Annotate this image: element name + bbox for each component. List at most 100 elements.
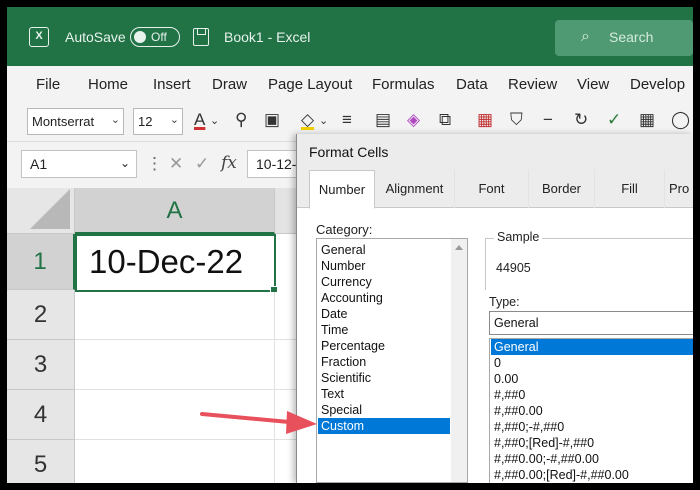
fill-color-icon[interactable]: ◇ (301, 110, 314, 130)
align-icon[interactable]: ≡ (342, 110, 352, 130)
row-header-1[interactable]: 1 (7, 234, 75, 290)
check-icon[interactable]: ✓ (607, 110, 621, 130)
category-time[interactable]: Time (318, 322, 450, 338)
menu-formulas[interactable]: Formulas (372, 76, 435, 93)
format-cells-dialog: Format Cells Number Alignment Font Borde… (296, 134, 693, 483)
tab-fill[interactable]: Fill (595, 170, 665, 208)
select-all-button[interactable] (7, 188, 75, 234)
type-label: Type: (489, 295, 520, 309)
category-currency[interactable]: Currency (318, 274, 450, 290)
type-option[interactable]: #,##0;-#,##0 (491, 419, 693, 435)
cell-a1[interactable]: 10-Dec-22 (75, 234, 278, 294)
conditional-format-icon[interactable]: ▤ (375, 110, 391, 130)
type-option[interactable]: #,##0 (491, 387, 693, 403)
menu-data[interactable]: Data (456, 76, 488, 93)
tab-font[interactable]: Font (455, 170, 529, 208)
category-list[interactable]: General Number Currency Accounting Date … (316, 238, 468, 483)
cell-a2[interactable] (75, 292, 275, 340)
row-header-4[interactable]: 4 (7, 390, 75, 440)
name-box-value: A1 (30, 156, 48, 172)
row-header-2[interactable]: 2 (7, 290, 75, 340)
tab-alignment[interactable]: Alignment (375, 170, 455, 208)
format-painter-icon[interactable]: ⚲ (235, 110, 247, 130)
menu-review[interactable]: Review (508, 76, 557, 93)
cancel-icon[interactable]: ✕ (169, 154, 183, 174)
row-header-5[interactable]: 5 (7, 440, 75, 483)
scroll-up-icon[interactable] (455, 245, 463, 250)
document-title: Book1 - Excel (224, 29, 311, 45)
menu-insert[interactable]: Insert (153, 76, 191, 93)
type-option[interactable]: General (491, 339, 693, 355)
search-box[interactable]: ⌕ Search (555, 20, 693, 56)
row-header-3[interactable]: 3 (7, 340, 75, 390)
font-size-value: 12 (138, 114, 153, 129)
refresh-icon[interactable]: ↻ (574, 110, 588, 130)
copy-icon[interactable]: ⧉ (439, 110, 451, 130)
type-option[interactable]: #,##0.00;[Red]-#,##0.00 (491, 467, 693, 483)
category-general[interactable]: General (318, 242, 450, 258)
chevron-down-icon[interactable]: ⌄ (210, 114, 219, 127)
menu-developer[interactable]: Develop (630, 76, 685, 93)
font-name-dropdown[interactable]: Montserrat ⌄ (27, 108, 124, 135)
minus-icon[interactable]: − (543, 110, 553, 130)
excel-window: X AutoSave Off Book1 - Excel ⌕ Search Fi… (7, 7, 693, 483)
worksheet-grid: A 1 2 3 4 5 10-Dec-22 (7, 188, 315, 483)
font-name-value: Montserrat (32, 114, 95, 129)
excel-icon: X (29, 27, 49, 47)
paste-special-icon[interactable]: ▣ (264, 110, 280, 130)
autosave-label: AutoSave (65, 29, 126, 45)
category-custom[interactable]: Custom (318, 418, 450, 434)
type-input[interactable]: General (489, 311, 693, 335)
category-label: Category: (316, 222, 373, 237)
eraser-icon[interactable]: ◈ (407, 110, 420, 130)
category-percentage[interactable]: Percentage (318, 338, 450, 354)
toggle-knob (134, 31, 146, 43)
cell-a4[interactable] (75, 390, 275, 440)
chevron-down-icon: ⌄ (119, 156, 130, 170)
autosave-state: Off (151, 30, 167, 44)
category-date[interactable]: Date (318, 306, 450, 322)
autosave-toggle[interactable]: Off (130, 27, 180, 47)
column-header-a[interactable]: A (75, 188, 275, 234)
menu-home[interactable]: Home (88, 76, 128, 93)
category-special[interactable]: Special (318, 402, 450, 418)
category-accounting[interactable]: Accounting (318, 290, 450, 306)
category-number[interactable]: Number (318, 258, 450, 274)
menu-draw[interactable]: Draw (212, 76, 247, 93)
category-scientific[interactable]: Scientific (318, 370, 450, 386)
menu-page-layout[interactable]: Page Layout (268, 76, 352, 93)
font-color-icon[interactable]: A (194, 110, 205, 130)
tab-number[interactable]: Number (309, 170, 375, 209)
tab-protection[interactable]: Pro (665, 170, 693, 208)
search-icon: ⌕ (581, 28, 590, 45)
type-option[interactable]: 0.00 (491, 371, 693, 387)
cell-a3[interactable] (75, 340, 275, 390)
filter-icon[interactable]: ⛉ (510, 110, 523, 130)
grid-icon[interactable]: ▦ (639, 110, 655, 130)
bell-icon[interactable]: ◯ (671, 110, 690, 130)
type-option[interactable]: 0 (491, 355, 693, 371)
dialog-tabs: Number Alignment Font Border Fill Pro (297, 170, 693, 209)
cell-a5[interactable] (75, 440, 275, 483)
menu-view[interactable]: View (577, 76, 609, 93)
type-option[interactable]: #,##0.00 (491, 403, 693, 419)
tab-border[interactable]: Border (529, 170, 595, 208)
category-fraction[interactable]: Fraction (318, 354, 450, 370)
type-option[interactable]: #,##0.00;-#,##0.00 (491, 451, 693, 467)
sample-label: Sample (494, 230, 543, 244)
fx-icon[interactable]: fx (221, 153, 237, 173)
save-icon[interactable] (193, 28, 209, 46)
name-box[interactable]: A1 ⌄ (21, 150, 137, 178)
sample-value: 44905 (496, 261, 531, 275)
menu-file[interactable]: File (36, 76, 60, 93)
font-size-dropdown[interactable]: 12 ⌄ (133, 108, 183, 135)
type-list[interactable]: General 0 0.00 #,##0 #,##0.00 #,##0;-#,#… (489, 338, 693, 483)
chevron-down-icon[interactable]: ⌄ (319, 114, 328, 127)
delete-cells-icon[interactable]: ▦ (477, 110, 493, 130)
category-text[interactable]: Text (318, 386, 450, 402)
dialog-title: Format Cells (297, 134, 693, 170)
enter-icon[interactable]: ✓ (195, 154, 209, 174)
category-scrollbar[interactable] (451, 239, 467, 482)
type-option[interactable]: #,##0;[Red]-#,##0 (491, 435, 693, 451)
more-icon[interactable]: ⋮ (146, 154, 163, 174)
